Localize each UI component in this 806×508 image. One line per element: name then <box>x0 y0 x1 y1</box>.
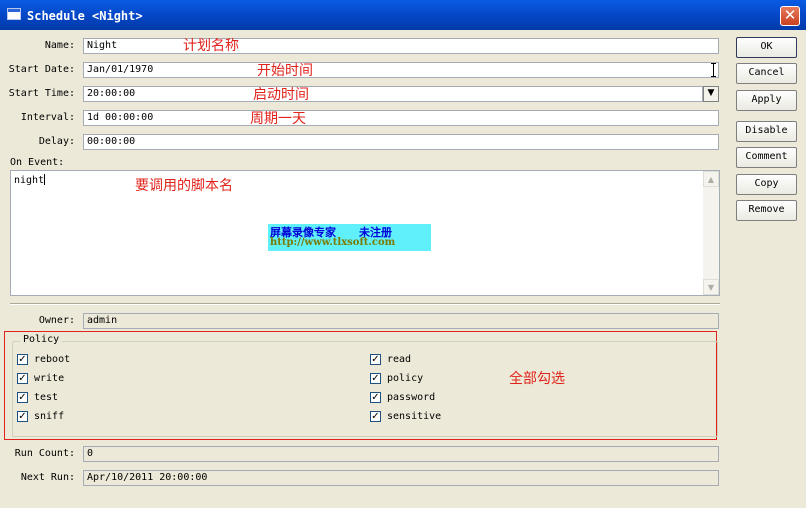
policy-group <box>12 341 718 437</box>
start-time-input[interactable]: 20:00:00 <box>83 86 703 102</box>
annotation-start-date: 开始时间 <box>257 63 313 79</box>
policy-label: sniff <box>34 411 65 422</box>
policy-label: sensitive <box>387 411 442 422</box>
checkmark-icon: ✓ <box>370 411 381 422</box>
on-event-label: On Event: <box>10 157 65 168</box>
scroll-up-icon: ▲ <box>707 175 715 184</box>
on-event-scrollbar[interactable]: ▲ ▼ <box>703 171 719 295</box>
scroll-up-button[interactable]: ▲ <box>703 171 719 187</box>
policy-label: reboot <box>34 354 71 365</box>
interval-label: Interval: <box>20 112 75 123</box>
remove-button[interactable]: Remove <box>736 200 797 221</box>
close-icon: ✕ <box>783 6 797 24</box>
next-run-label: Next Run: <box>20 472 75 483</box>
on-event-value: night <box>14 175 45 186</box>
start-date-label: Start Date: <box>8 64 75 75</box>
interval-input[interactable]: 1d 00:00:00 <box>83 110 719 126</box>
policy-legend: Policy <box>20 334 63 345</box>
apply-button[interactable]: Apply <box>736 90 797 111</box>
watermark: 屏幕录像专家 未注册 http://www.tlxsoft.com <box>268 224 431 251</box>
title-bar[interactable]: Schedule <Night> ✕ <box>0 0 806 30</box>
name-label: Name: <box>44 40 75 51</box>
scroll-down-button[interactable]: ▼ <box>703 279 719 295</box>
window-icon <box>7 8 21 20</box>
owner-field: admin <box>83 313 719 329</box>
checkmark-icon: ✓ <box>17 411 28 422</box>
ok-button[interactable]: OK <box>736 37 797 58</box>
separator <box>10 303 720 305</box>
checkmark-icon: ✓ <box>17 392 28 403</box>
owner-label: Owner: <box>38 315 75 326</box>
on-event-content: night <box>14 174 46 187</box>
scroll-down-icon: ▼ <box>707 283 715 292</box>
annotation-interval: 周期一天 <box>250 111 306 127</box>
delay-input[interactable]: 00:00:00 <box>83 134 719 150</box>
annotation-on-event: 要调用的脚本名 <box>135 178 233 194</box>
annotation-start-time: 启动时间 <box>253 87 309 103</box>
run-count-field: 0 <box>83 446 719 462</box>
annotation-policy: 全部勾选 <box>509 371 565 387</box>
comment-button[interactable]: Comment <box>736 147 797 168</box>
dropdown-arrow-icon: ▼ <box>707 88 715 98</box>
cancel-button[interactable]: Cancel <box>736 63 797 84</box>
delay-label: Delay: <box>38 136 75 147</box>
policy-label: password <box>387 392 436 403</box>
run-count-label: Run Count: <box>14 448 75 459</box>
checkmark-icon: ✓ <box>370 354 381 365</box>
text-cursor-icon <box>711 63 716 77</box>
disable-button[interactable]: Disable <box>736 121 797 142</box>
close-button[interactable]: ✕ <box>780 6 800 26</box>
text-cursor <box>44 174 46 185</box>
name-input[interactable]: Night <box>83 38 719 54</box>
policy-label: policy <box>387 373 424 384</box>
start-time-label: Start Time: <box>8 88 75 99</box>
watermark-line2: http://www.tlxsoft.com <box>270 237 396 248</box>
annotation-name: 计划名称 <box>183 38 239 54</box>
policy-label: write <box>34 373 65 384</box>
checkmark-icon: ✓ <box>370 392 381 403</box>
checkmark-icon: ✓ <box>17 354 28 365</box>
window-title: Schedule <Night> <box>27 9 143 23</box>
policy-label: read <box>387 354 412 365</box>
checkmark-icon: ✓ <box>17 373 28 384</box>
policy-label: test <box>34 392 59 403</box>
next-run-field: Apr/10/2011 20:00:00 <box>83 470 719 486</box>
checkmark-icon: ✓ <box>370 373 381 384</box>
start-date-input[interactable]: Jan/01/1970 <box>83 62 719 78</box>
copy-button[interactable]: Copy <box>736 174 797 195</box>
start-time-dropdown-button[interactable]: ▼ <box>703 86 719 102</box>
